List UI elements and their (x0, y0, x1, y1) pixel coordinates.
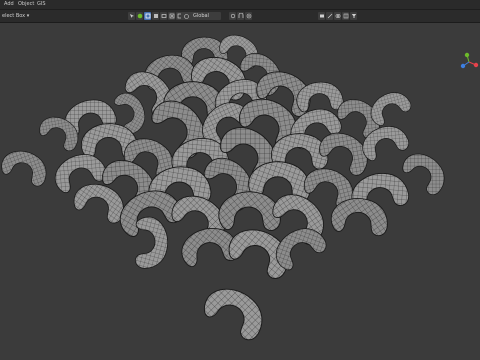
cashew-mesh[interactable] (0, 147, 50, 188)
snap-button[interactable] (237, 12, 244, 20)
cashew-mesh-scene (0, 29, 453, 344)
snap-icon (238, 13, 243, 18)
eye-icon (319, 14, 324, 18)
select-box-dropdown[interactable]: elect Box ▾ (2, 12, 29, 20)
pivot-button[interactable] (229, 12, 236, 20)
visibility-toolbar (318, 12, 357, 20)
pivot-icon (230, 13, 235, 19)
select-icon (145, 13, 150, 19)
navigation-gizmo[interactable] (458, 51, 480, 73)
top-menu-bar: Add Object GIS (0, 0, 480, 10)
arrow-icon (327, 13, 332, 19)
grid-icon (343, 13, 348, 19)
viewport-header: elect Box ▾ Global (0, 10, 480, 23)
transform-orientation-dropdown[interactable]: Global (181, 12, 221, 20)
orientation-label: Global (193, 13, 209, 19)
menu-gis[interactable]: GIS (37, 1, 46, 7)
proportional-icon (246, 13, 251, 19)
orientation-icon (184, 14, 189, 19)
cashew-mesh[interactable] (197, 281, 271, 344)
filter-button[interactable] (350, 12, 357, 20)
move-icon (153, 14, 158, 18)
rotate-button[interactable] (160, 12, 167, 20)
blender-window: Add Object GIS elect Box ▾ Global (0, 0, 480, 360)
select-button[interactable] (144, 12, 151, 20)
proportional-edit-button[interactable] (245, 12, 252, 20)
axis-z-icon[interactable] (460, 63, 466, 69)
axis-y-icon[interactable] (464, 52, 470, 58)
gizmo-toggle-button[interactable] (326, 12, 333, 20)
snap-toolbar (229, 12, 252, 20)
rotate-icon (161, 14, 166, 18)
cashew-mesh[interactable] (70, 180, 128, 225)
3d-viewport[interactable] (0, 23, 480, 360)
cursor-button[interactable] (128, 12, 135, 20)
cashew-pile (0, 29, 453, 344)
mode-toolbar (128, 12, 183, 20)
visibility-button[interactable] (318, 12, 325, 20)
axis-x-icon[interactable] (473, 62, 479, 68)
overlay-icon (335, 14, 340, 18)
move-button[interactable] (152, 12, 159, 20)
overlay-button[interactable] (334, 12, 341, 20)
scale-icon (169, 13, 174, 19)
menu-object[interactable]: Object (18, 1, 34, 7)
cursor-icon (129, 14, 134, 18)
globe-icon (137, 13, 142, 19)
xray-button[interactable] (342, 12, 349, 20)
scale-button[interactable] (168, 12, 175, 20)
view-button[interactable] (136, 12, 143, 20)
filter-icon (351, 14, 356, 18)
menu-add[interactable]: Add (4, 1, 14, 7)
